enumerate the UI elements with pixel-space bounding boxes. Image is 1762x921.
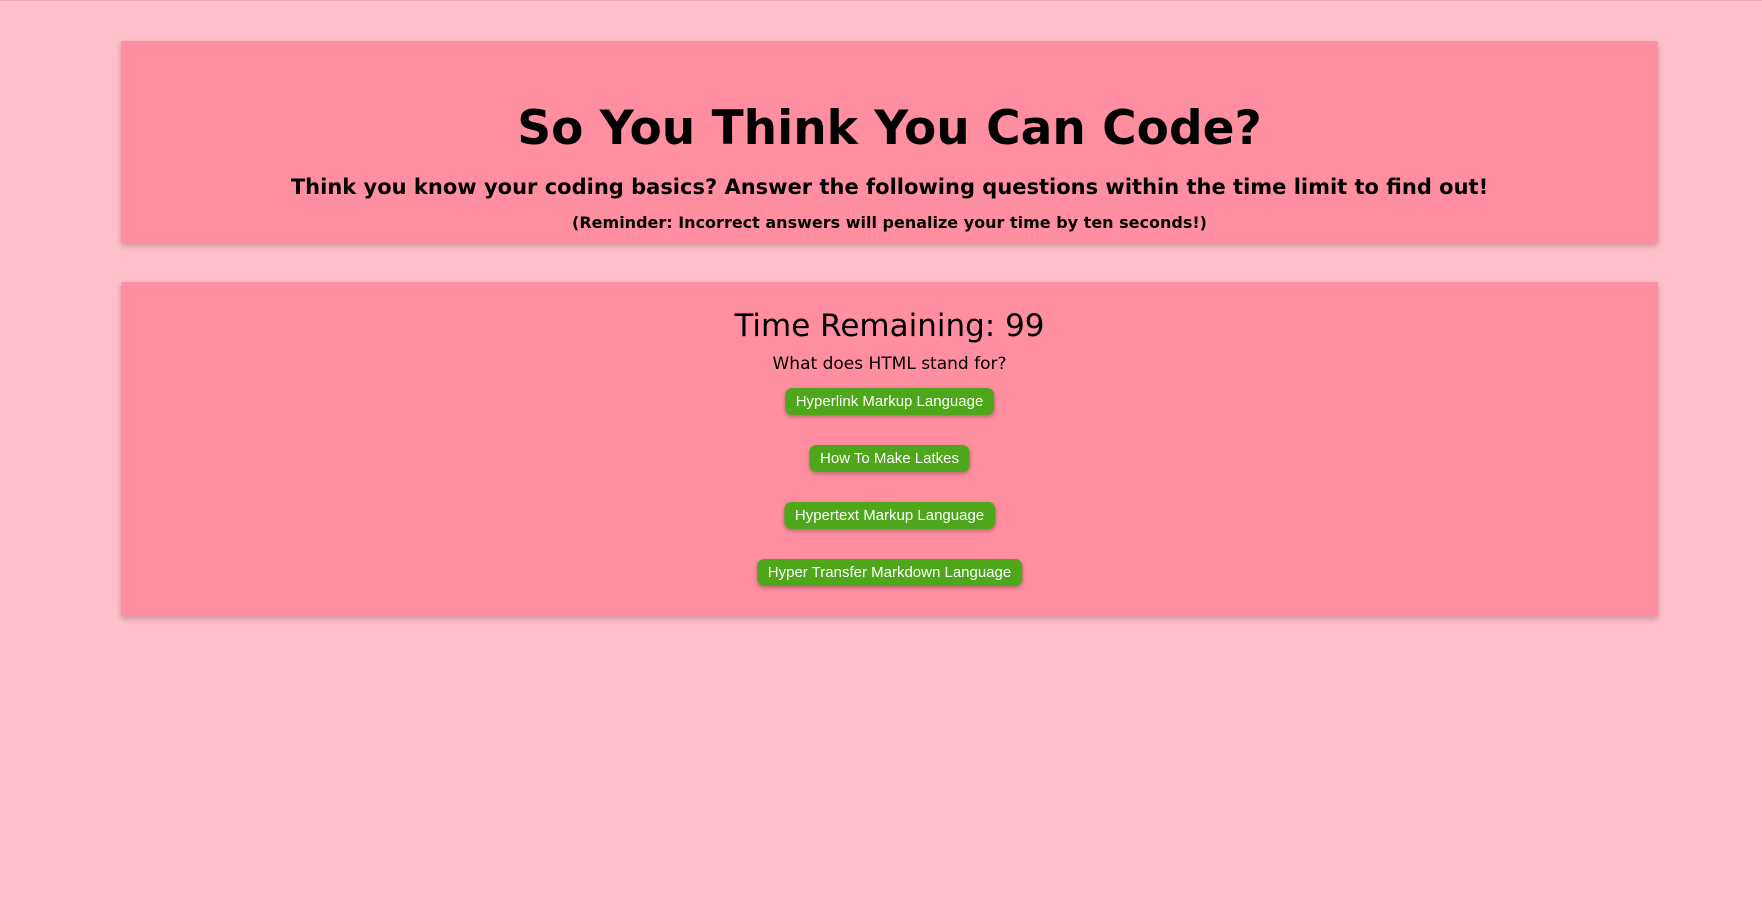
page-title: So You Think You Can Code?	[517, 101, 1262, 156]
page-subtitle: Think you know your coding basics? Answe…	[290, 175, 1489, 199]
time-remaining: Time Remaining: 99	[734, 308, 1045, 344]
answer-button-3[interactable]: Hypertext Markup Language	[783, 502, 996, 529]
header-panel: So You Think You Can Code? Think you kno…	[121, 41, 1658, 243]
question-text: What does HTML stand for?	[772, 354, 1007, 374]
answer-button-4[interactable]: Hyper Transfer Markdown Language	[756, 559, 1023, 586]
answer-button-1[interactable]: Hyperlink Markup Language	[784, 388, 995, 415]
quiz-panel: Time Remaining: 99 What does HTML stand …	[121, 282, 1658, 616]
reminder-text: (Reminder: Incorrect answers will penali…	[572, 213, 1207, 232]
answer-button-2[interactable]: How To Make Latkes	[809, 445, 970, 472]
